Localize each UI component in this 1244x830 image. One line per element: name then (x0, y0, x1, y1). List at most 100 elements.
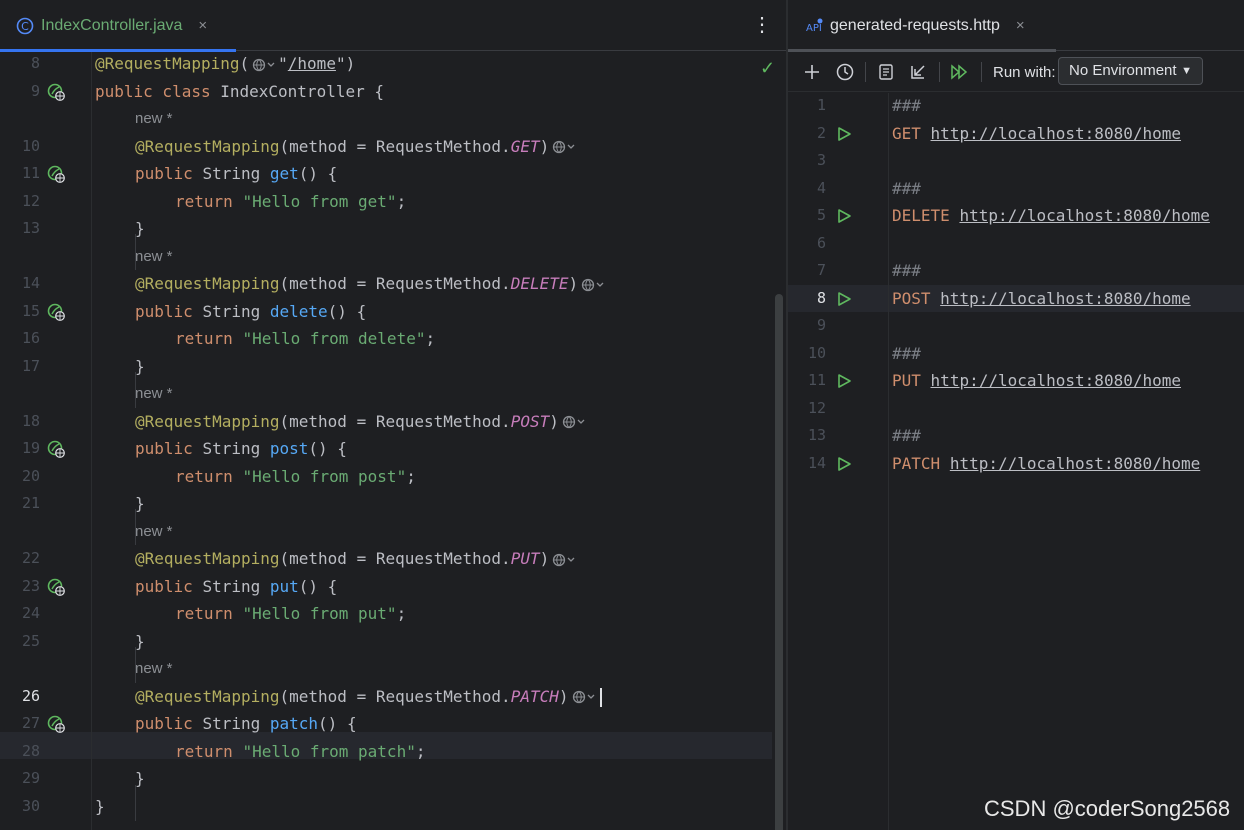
code-token: get (269, 164, 299, 183)
code-token: String (202, 439, 270, 458)
http-tab-bar: API generated-requests.http × (788, 0, 1244, 52)
code-token: public (135, 576, 203, 596)
tab-label: generated-requests.http (830, 16, 1000, 34)
code-line[interactable]: } (135, 628, 145, 655)
line-number: 13 (21, 219, 40, 237)
line-number: 14 (807, 453, 826, 472)
code-line[interactable]: @RequestMapping(method = RequestMethod.D… (135, 270, 607, 297)
endpoint-icon[interactable] (47, 303, 65, 321)
request-separator: ### (892, 261, 921, 280)
http-line[interactable]: POST http://localhost:8080/home (892, 285, 1191, 312)
code-line[interactable]: return "Hello from patch"; (175, 738, 425, 765)
code-line[interactable]: public String post() { (135, 435, 347, 462)
code-line[interactable]: public String put() { (135, 573, 337, 600)
code-line[interactable]: public String patch() { (135, 710, 357, 737)
code-token: ( (239, 54, 250, 73)
author-hint[interactable]: new * (135, 109, 173, 129)
spring-bean-icon[interactable] (47, 83, 65, 101)
add-icon[interactable] (802, 62, 822, 82)
code-line[interactable]: @RequestMapping(method = RequestMethod.P… (135, 545, 578, 572)
code-line[interactable]: return "Hello from delete"; (175, 325, 435, 352)
globe-icon[interactable] (552, 553, 578, 567)
code-token: } (135, 769, 145, 788)
line-number: 10 (807, 343, 826, 362)
endpoint-icon[interactable] (47, 715, 65, 733)
history-icon[interactable] (835, 62, 855, 82)
close-icon[interactable]: × (198, 17, 207, 34)
request-url[interactable]: http://localhost:8080/home (959, 206, 1209, 225)
run-request-icon[interactable] (836, 126, 852, 142)
http-line[interactable]: ### (892, 340, 921, 367)
environment-value: No Environment (1069, 62, 1177, 79)
request-url[interactable]: http://localhost:8080/home (950, 454, 1200, 473)
globe-icon[interactable] (552, 140, 578, 154)
run-request-icon[interactable] (836, 373, 852, 389)
author-hint[interactable]: new * (135, 384, 173, 404)
http-toolbar: Run with: No Environment ▼ (788, 52, 1244, 92)
http-line[interactable]: DELETE http://localhost:8080/home (892, 202, 1210, 229)
tab-generated-requests[interactable]: API generated-requests.http × (788, 0, 1056, 52)
request-url[interactable]: http://localhost:8080/home (940, 289, 1190, 308)
globe-icon[interactable] (562, 415, 588, 429)
run-request-icon[interactable] (836, 456, 852, 472)
run-all-icon[interactable] (949, 62, 969, 82)
examples-icon[interactable] (876, 62, 896, 82)
request-separator: ### (892, 343, 921, 363)
endpoint-icon[interactable] (47, 578, 65, 596)
http-line[interactable]: ### (892, 175, 921, 202)
http-line[interactable]: PUT http://localhost:8080/home (892, 367, 1181, 394)
code-token: public (135, 714, 203, 733)
code-line[interactable]: return "Hello from get"; (175, 188, 406, 215)
code-line[interactable]: } (135, 215, 145, 242)
line-number: 2 (816, 123, 826, 142)
code-line[interactable]: @RequestMapping(method = RequestMethod.G… (135, 133, 578, 160)
request-url[interactable]: http://localhost:8080/home (931, 124, 1181, 143)
code-line[interactable]: public class IndexController { (95, 78, 384, 105)
globe-icon[interactable] (572, 690, 598, 704)
author-hint[interactable]: new * (135, 522, 173, 542)
globe-icon[interactable] (252, 58, 278, 72)
code-line[interactable]: @RequestMapping("/home") (95, 50, 355, 77)
code-token: "Hello from delete" (242, 329, 426, 348)
code-line[interactable]: } (135, 765, 145, 792)
http-line[interactable]: ### (892, 92, 921, 119)
api-file-icon: API (806, 17, 824, 35)
tab-index-controller[interactable]: C IndexController.java × (0, 0, 236, 52)
code-line[interactable]: return "Hello from post"; (175, 463, 416, 490)
line-number: 12 (21, 191, 40, 210)
vertical-scrollbar[interactable] (775, 294, 783, 830)
line-number: 26 (21, 686, 40, 705)
endpoint-icon[interactable] (47, 165, 65, 183)
line-number: 17 (21, 356, 40, 375)
code-line[interactable]: @RequestMapping(method = RequestMethod.P… (135, 408, 588, 435)
code-token: @RequestMapping (135, 136, 280, 156)
line-number: 9 (30, 81, 40, 100)
author-hint[interactable]: new * (135, 247, 173, 267)
code-line[interactable]: } (95, 793, 105, 820)
run-request-icon[interactable] (836, 291, 852, 307)
code-line[interactable]: public String get() { (135, 160, 337, 187)
http-line[interactable]: GET http://localhost:8080/home (892, 120, 1181, 147)
request-url[interactable]: http://localhost:8080/home (931, 371, 1181, 390)
environment-select[interactable]: No Environment ▼ (1058, 57, 1203, 85)
run-request-icon[interactable] (836, 208, 852, 224)
http-line[interactable]: PATCH http://localhost:8080/home (892, 450, 1200, 477)
globe-icon[interactable] (581, 278, 607, 292)
code-line[interactable]: public String delete() { (135, 298, 366, 325)
author-hint[interactable]: new * (135, 659, 173, 679)
line-number: 30 (21, 796, 40, 815)
line-number: 13 (807, 426, 826, 444)
code-line[interactable]: } (135, 490, 145, 517)
endpoint-icon[interactable] (47, 440, 65, 458)
close-icon[interactable]: × (1016, 17, 1025, 34)
kebab-icon[interactable]: ⋮ (752, 12, 772, 38)
http-line[interactable]: ### (892, 257, 921, 284)
code-line[interactable]: @RequestMapping(method = RequestMethod.P… (135, 683, 602, 710)
import-icon[interactable] (908, 62, 928, 82)
inspection-ok-icon[interactable]: ✓ (760, 58, 775, 79)
editor-tab-bar: C IndexController.java × ⋮ (0, 0, 786, 52)
http-line[interactable]: ### (892, 422, 921, 449)
code-editor[interactable]: 8 9 10 11 12 13 14 15 16 17 18 19 20 21 22 23 24 25 26 27 28… (0, 52, 786, 830)
code-line[interactable]: } (135, 353, 145, 380)
code-line[interactable]: return "Hello from put"; (175, 600, 406, 627)
